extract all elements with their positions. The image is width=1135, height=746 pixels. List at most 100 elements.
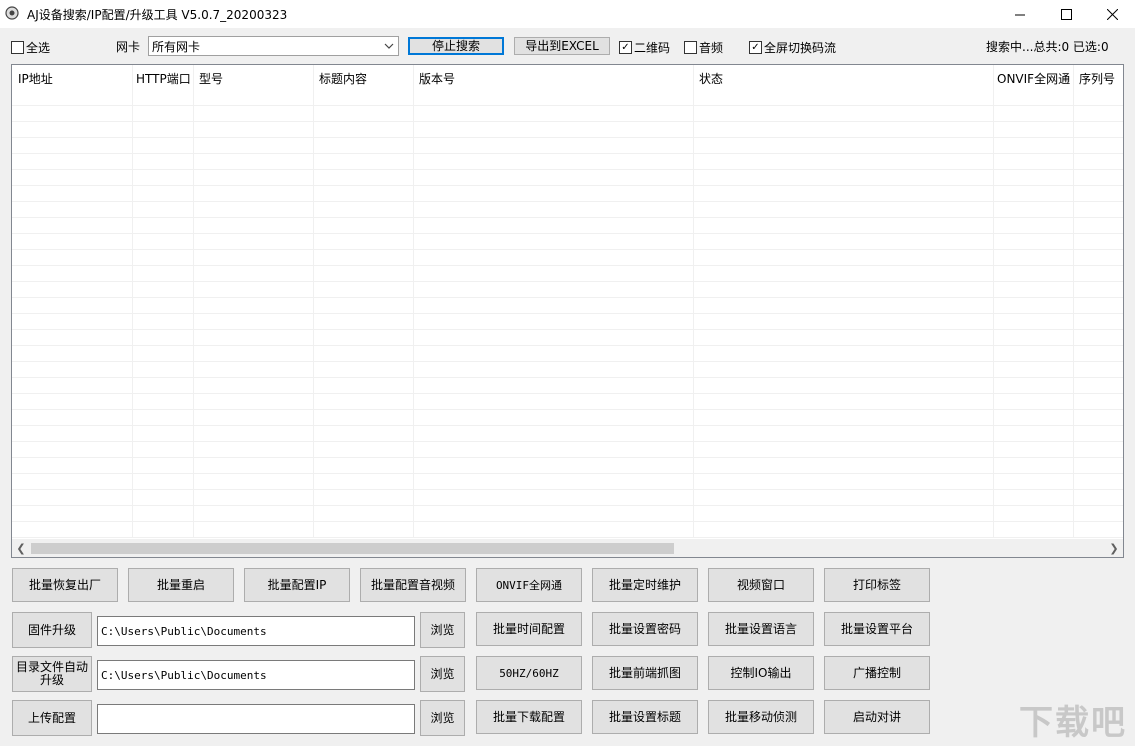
export-excel-button[interactable]: 导出到EXCEL: [514, 37, 610, 55]
table-row-divider: [12, 441, 1123, 442]
table-row-divider: [12, 473, 1123, 474]
table-row-divider: [12, 521, 1123, 522]
batch-motion-detect-button[interactable]: 批量移动侦测: [708, 700, 814, 734]
minimize-button[interactable]: [997, 0, 1043, 28]
table-row-divider: [12, 377, 1123, 378]
batch-set-title-button[interactable]: 批量设置标题: [592, 700, 698, 734]
table-row-divider: [12, 105, 1123, 106]
firmware-path-input[interactable]: C:\Users\Public\Documents: [97, 616, 415, 646]
table-row-divider: [12, 489, 1123, 490]
check-icon[interactable]: ✓: [619, 41, 632, 54]
dir-browse-button[interactable]: 浏览: [420, 656, 465, 692]
firmware-upgrade-button[interactable]: 固件升级: [12, 612, 92, 648]
table-row-divider: [12, 121, 1123, 122]
column-header-model[interactable]: 型号: [193, 65, 319, 91]
firmware-browse-button[interactable]: 浏览: [420, 612, 465, 648]
table-row-divider: [12, 505, 1123, 506]
column-header-serial[interactable]: 序列号: [1073, 65, 1123, 91]
column-header-http-port[interactable]: HTTP端口: [132, 65, 196, 91]
fullscreen-switch-checkbox[interactable]: ✓ 全屏切换码流: [749, 39, 836, 56]
qrcode-checkbox[interactable]: ✓ 二维码: [619, 39, 670, 56]
title-bar: AJ设备搜索/IP配置/升级工具 V5.0.7_20200323: [0, 0, 1135, 28]
table-column-divider: [413, 65, 414, 537]
table-row-divider: [12, 281, 1123, 282]
batch-set-password-button[interactable]: 批量设置密码: [592, 612, 698, 646]
audio-checkbox[interactable]: 音频: [684, 39, 723, 56]
upload-config-button[interactable]: 上传配置: [12, 700, 92, 736]
dir-auto-upgrade-button[interactable]: 目录文件自动升级: [12, 656, 92, 692]
table-row-divider: [12, 233, 1123, 234]
app-icon: [5, 6, 19, 20]
upload-path-input[interactable]: [97, 704, 415, 734]
close-button[interactable]: [1089, 0, 1135, 28]
table-row-divider: [12, 425, 1123, 426]
column-header-ip[interactable]: IP地址: [12, 65, 138, 91]
batch-config-av-button[interactable]: 批量配置音视频: [360, 568, 466, 602]
video-window-button[interactable]: 视频窗口: [708, 568, 814, 602]
watermark-logo: 下载吧: [1019, 703, 1127, 743]
maximize-icon: [1060, 8, 1072, 20]
broadcast-control-button[interactable]: 广播控制: [824, 656, 930, 690]
batch-download-config-button[interactable]: 批量下载配置: [476, 700, 582, 734]
batch-reboot-button[interactable]: 批量重启: [128, 568, 234, 602]
maximize-button[interactable]: [1043, 0, 1089, 28]
start-intercom-button[interactable]: 启动对讲: [824, 700, 930, 734]
table-row-divider: [12, 153, 1123, 154]
checkbox-box[interactable]: [11, 41, 24, 54]
table-row-divider: [12, 297, 1123, 298]
print-label-button[interactable]: 打印标签: [824, 568, 930, 602]
table-row-divider: [12, 537, 1123, 538]
table-row-divider: [12, 185, 1123, 186]
minimize-icon: [1014, 14, 1025, 15]
stop-search-button[interactable]: 停止搜索: [408, 37, 504, 55]
table-row-divider: [12, 249, 1123, 250]
fullscreen-switch-label: 全屏切换码流: [764, 41, 837, 55]
nic-select[interactable]: 所有网卡: [148, 36, 399, 56]
check-icon[interactable]: ✓: [749, 41, 762, 54]
window-title: AJ设备搜索/IP配置/升级工具 V5.0.7_20200323: [27, 8, 288, 22]
scrollbar-thumb[interactable]: [31, 543, 674, 554]
timed-maintenance-button[interactable]: 批量定时维护: [592, 568, 698, 602]
onvif-button[interactable]: ONVIF全网通: [476, 568, 582, 602]
freq-50-60-button[interactable]: 50HZ/60HZ: [476, 656, 582, 690]
batch-set-platform-button[interactable]: 批量设置平台: [824, 612, 930, 646]
device-table[interactable]: IP地址 HTTP端口 型号 标题内容 版本号 状态 ONVIF全网通 序列号 …: [11, 64, 1124, 558]
scroll-left-icon[interactable]: ❮: [12, 539, 30, 557]
batch-set-language-button[interactable]: 批量设置语言: [708, 612, 814, 646]
dir-path-input[interactable]: C:\Users\Public\Documents: [97, 660, 415, 690]
table-row-divider: [12, 409, 1123, 410]
batch-config-ip-button[interactable]: 批量配置IP: [244, 568, 350, 602]
audio-label: 音频: [699, 41, 724, 55]
close-icon: [1106, 8, 1118, 20]
nic-label: 网卡: [116, 40, 141, 54]
column-header-version[interactable]: 版本号: [413, 65, 699, 91]
chevron-down-icon: [384, 43, 394, 49]
table-row-divider: [12, 393, 1123, 394]
table-row-divider: [12, 137, 1123, 138]
column-header-status[interactable]: 状态: [693, 65, 999, 91]
checkbox-box[interactable]: [684, 41, 697, 54]
batch-snapshot-button[interactable]: 批量前端抓图: [592, 656, 698, 690]
table-row-divider: [12, 313, 1123, 314]
table-row-divider: [12, 217, 1123, 218]
select-all-label: 全选: [26, 41, 51, 55]
batch-time-config-button[interactable]: 批量时间配置: [476, 612, 582, 646]
column-header-onvif[interactable]: ONVIF全网通: [993, 65, 1077, 91]
qrcode-label: 二维码: [634, 41, 671, 55]
nic-select-value: 所有网卡: [152, 39, 201, 54]
table-column-divider: [1073, 65, 1074, 537]
factory-reset-button[interactable]: 批量恢复出厂: [12, 568, 118, 602]
search-status: 搜索中...总共:0 已选:0: [986, 40, 1109, 54]
horizontal-scrollbar[interactable]: ❮ ❯: [12, 539, 1123, 557]
table-column-divider: [993, 65, 994, 537]
io-output-control-button[interactable]: 控制IO输出: [708, 656, 814, 690]
table-row-divider: [12, 457, 1123, 458]
scroll-right-icon[interactable]: ❯: [1105, 539, 1123, 557]
table-row-divider: [12, 169, 1123, 170]
table-column-divider: [193, 65, 194, 537]
select-all-checkbox[interactable]: 全选: [11, 39, 50, 56]
upload-browse-button[interactable]: 浏览: [420, 700, 465, 736]
column-header-title[interactable]: 标题内容: [313, 65, 419, 91]
table-row-divider: [12, 345, 1123, 346]
table-column-divider: [693, 65, 694, 537]
